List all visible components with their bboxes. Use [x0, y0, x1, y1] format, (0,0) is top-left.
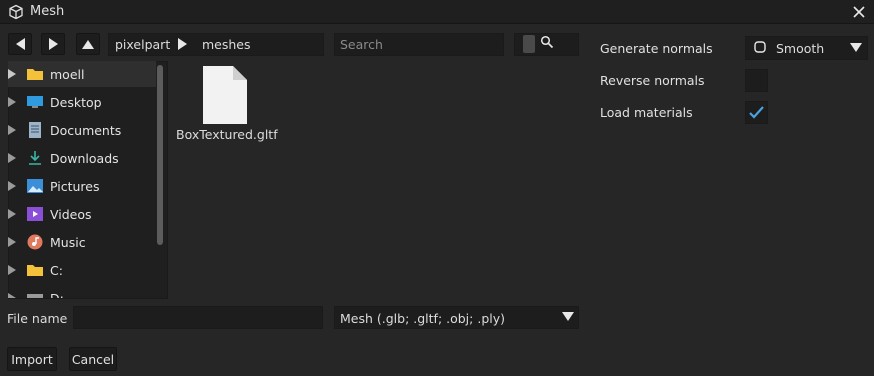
sidebar-item-label: D: [50, 290, 64, 299]
file-icon[interactable] [201, 64, 249, 126]
drive-icon [26, 290, 44, 298]
breadcrumb-item[interactable]: pixelpart [115, 37, 170, 52]
breadcrumb-item[interactable]: meshes [202, 37, 251, 52]
folder-icon [26, 262, 44, 278]
sidebar-item-music[interactable]: Music [8, 229, 156, 255]
sidebar-item-label: Music [50, 234, 86, 250]
sidebar-item-label: C: [50, 262, 63, 278]
file-name-input[interactable] [73, 306, 323, 329]
sidebar-item-desktop[interactable]: Desktop [8, 89, 156, 115]
reverse-normals-checkbox[interactable] [745, 69, 768, 92]
search-placeholder: Search [340, 37, 383, 52]
sidebar-item-label: Desktop [50, 94, 102, 110]
back-arrow-icon [15, 38, 25, 50]
file-type-value: Mesh (.glb; .gltf; .obj; .ply) [340, 311, 505, 326]
sidebar-item-documents[interactable]: Documents [8, 117, 156, 143]
chevron-down-icon [850, 43, 862, 52]
sidebar-item-d-drive[interactable]: D: [8, 285, 156, 298]
sidebar-item-c-drive[interactable]: C: [8, 257, 156, 283]
reverse-normals-label: Reverse normals [600, 73, 705, 88]
sidebar-item-label: Documents [50, 122, 122, 138]
parent-folder-icon [82, 39, 94, 49]
videos-icon [26, 206, 44, 222]
checkmark-icon [748, 104, 765, 121]
sidebar-item-label: moell [50, 66, 85, 82]
sidebar-item-downloads[interactable]: Downloads [8, 145, 156, 171]
music-icon [26, 234, 44, 250]
folder-icon [26, 66, 44, 82]
breadcrumb-separator-icon [178, 38, 187, 50]
cube-icon [8, 4, 24, 20]
forward-arrow-icon [48, 38, 58, 50]
sidebar-item-label: Videos [50, 206, 92, 222]
sidebar-item-d-drive-clip: D: [8, 285, 156, 298]
sidebar-item-pictures[interactable]: Pictures [8, 173, 156, 199]
pictures-icon [26, 178, 44, 194]
sidebar-item-videos[interactable]: Videos [8, 201, 156, 227]
downloads-icon [26, 150, 44, 166]
sidebar-item-label: Downloads [50, 150, 119, 166]
generate-normals-value: Smooth [776, 41, 825, 56]
documents-icon [26, 122, 44, 138]
search-icon [540, 35, 554, 49]
title-bar [0, 0, 874, 24]
chevron-down-icon [562, 312, 574, 321]
file-name-label[interactable]: BoxTextured.gltf [176, 127, 278, 142]
smooth-shading-icon [754, 41, 766, 53]
back-button[interactable] [8, 33, 32, 55]
generate-normals-label: Generate normals [600, 41, 713, 56]
desktop-icon [26, 94, 44, 110]
sidebar-item-moell[interactable]: moell [8, 61, 156, 87]
cancel-button[interactable]: Cancel [69, 347, 117, 371]
import-button[interactable]: Import [7, 347, 57, 371]
sidebar-item-label: Pictures [50, 178, 100, 194]
parent-folder-button[interactable] [76, 33, 100, 55]
close-icon[interactable] [851, 4, 867, 20]
window-title: Mesh [30, 4, 65, 19]
load-materials-label: Load materials [600, 105, 693, 120]
toggle-icon[interactable] [523, 35, 535, 53]
forward-button[interactable] [41, 33, 65, 55]
file-name-caption: File name [7, 311, 68, 326]
sidebar-scrollbar[interactable] [157, 65, 163, 245]
